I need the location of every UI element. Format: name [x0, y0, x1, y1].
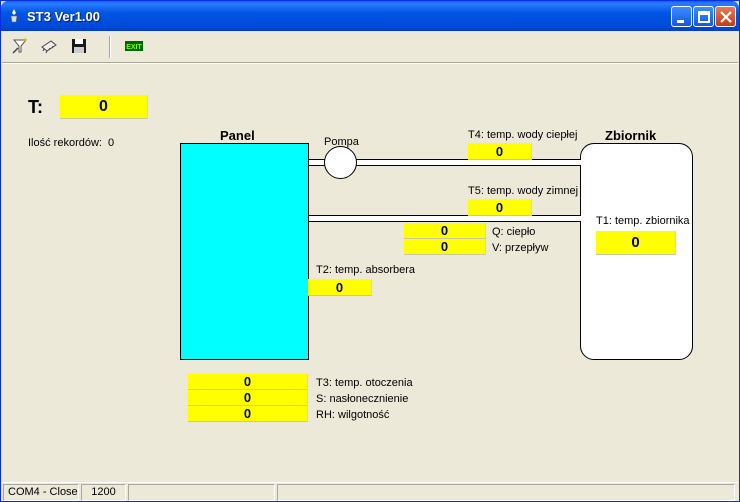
- t3-value: 0: [188, 374, 308, 390]
- status-port: COM4 - Close: [3, 484, 79, 501]
- s-label: S: nasłonecznienie: [316, 393, 409, 405]
- exit-icon: EXIT: [125, 41, 143, 51]
- app-icon: [10, 9, 18, 23]
- rh-value: 0: [188, 406, 308, 422]
- toolbar-divider: [2, 62, 738, 64]
- t-value: 0: [60, 95, 148, 119]
- records-count: 0: [108, 137, 115, 149]
- t3-label: T3: temp. otoczenia: [316, 377, 413, 389]
- t1-label: T1: temp. zbiornika: [596, 215, 690, 227]
- chip-icon: [41, 40, 57, 54]
- close-button[interactable]: [715, 6, 736, 27]
- floppy-disk-save-icon: [72, 39, 86, 53]
- tank-title: Zbiornik: [605, 128, 657, 143]
- funnel-wand-button[interactable]: [10, 37, 30, 55]
- t1-value: 0: [596, 231, 676, 255]
- status-cell-4: [277, 484, 735, 501]
- cold-water-pipe: [309, 215, 581, 222]
- funnel-wand-icon: [12, 38, 28, 54]
- s-value: 0: [188, 390, 308, 406]
- minimize-icon: [677, 20, 684, 23]
- t2-label: T2: temp. absorbera: [316, 264, 416, 276]
- q-label: Q: ciepło: [492, 226, 536, 238]
- panel-title: Panel: [220, 128, 255, 143]
- q-value: 0: [404, 223, 486, 239]
- records-label: Ilość rekordów:: [28, 137, 102, 149]
- window-title: ST3 Ver1.00: [27, 9, 100, 24]
- minimize-button[interactable]: [671, 6, 692, 27]
- status-cell-3: [128, 484, 275, 501]
- exit-button[interactable]: EXIT: [124, 37, 144, 55]
- chip-button[interactable]: [39, 37, 59, 55]
- v-value: 0: [404, 239, 486, 255]
- close-icon: [720, 11, 732, 23]
- t2-value: 0: [308, 279, 372, 296]
- t5-label: T5: temp. wody zimnej: [468, 185, 579, 197]
- pump-icon: [324, 146, 357, 179]
- app-window: ST3 Ver1.00 EXIT T: 0 Ilość rekordów: 0 …: [0, 0, 740, 502]
- status-baud: 1200: [81, 484, 126, 501]
- rh-label: RH: wilgotność: [316, 409, 390, 421]
- solar-panel-shape: [180, 143, 309, 360]
- t-label: T:: [28, 97, 43, 117]
- title-bar[interactable]: ST3 Ver1.00: [1, 1, 739, 31]
- toolbar-separator: [109, 36, 111, 58]
- t4-value: 0: [468, 143, 532, 160]
- maximize-button[interactable]: [693, 6, 714, 27]
- v-label: V: przepływ: [492, 242, 549, 254]
- maximize-icon: [698, 11, 710, 23]
- toolbar: EXIT: [2, 31, 738, 61]
- svg-text:EXIT: EXIT: [126, 44, 142, 51]
- save-button[interactable]: [69, 37, 89, 55]
- t4-label: T4: temp. wody ciepłej: [468, 129, 578, 141]
- status-bar: COM4 - Close 1200: [2, 482, 738, 501]
- t5-value: 0: [468, 199, 532, 216]
